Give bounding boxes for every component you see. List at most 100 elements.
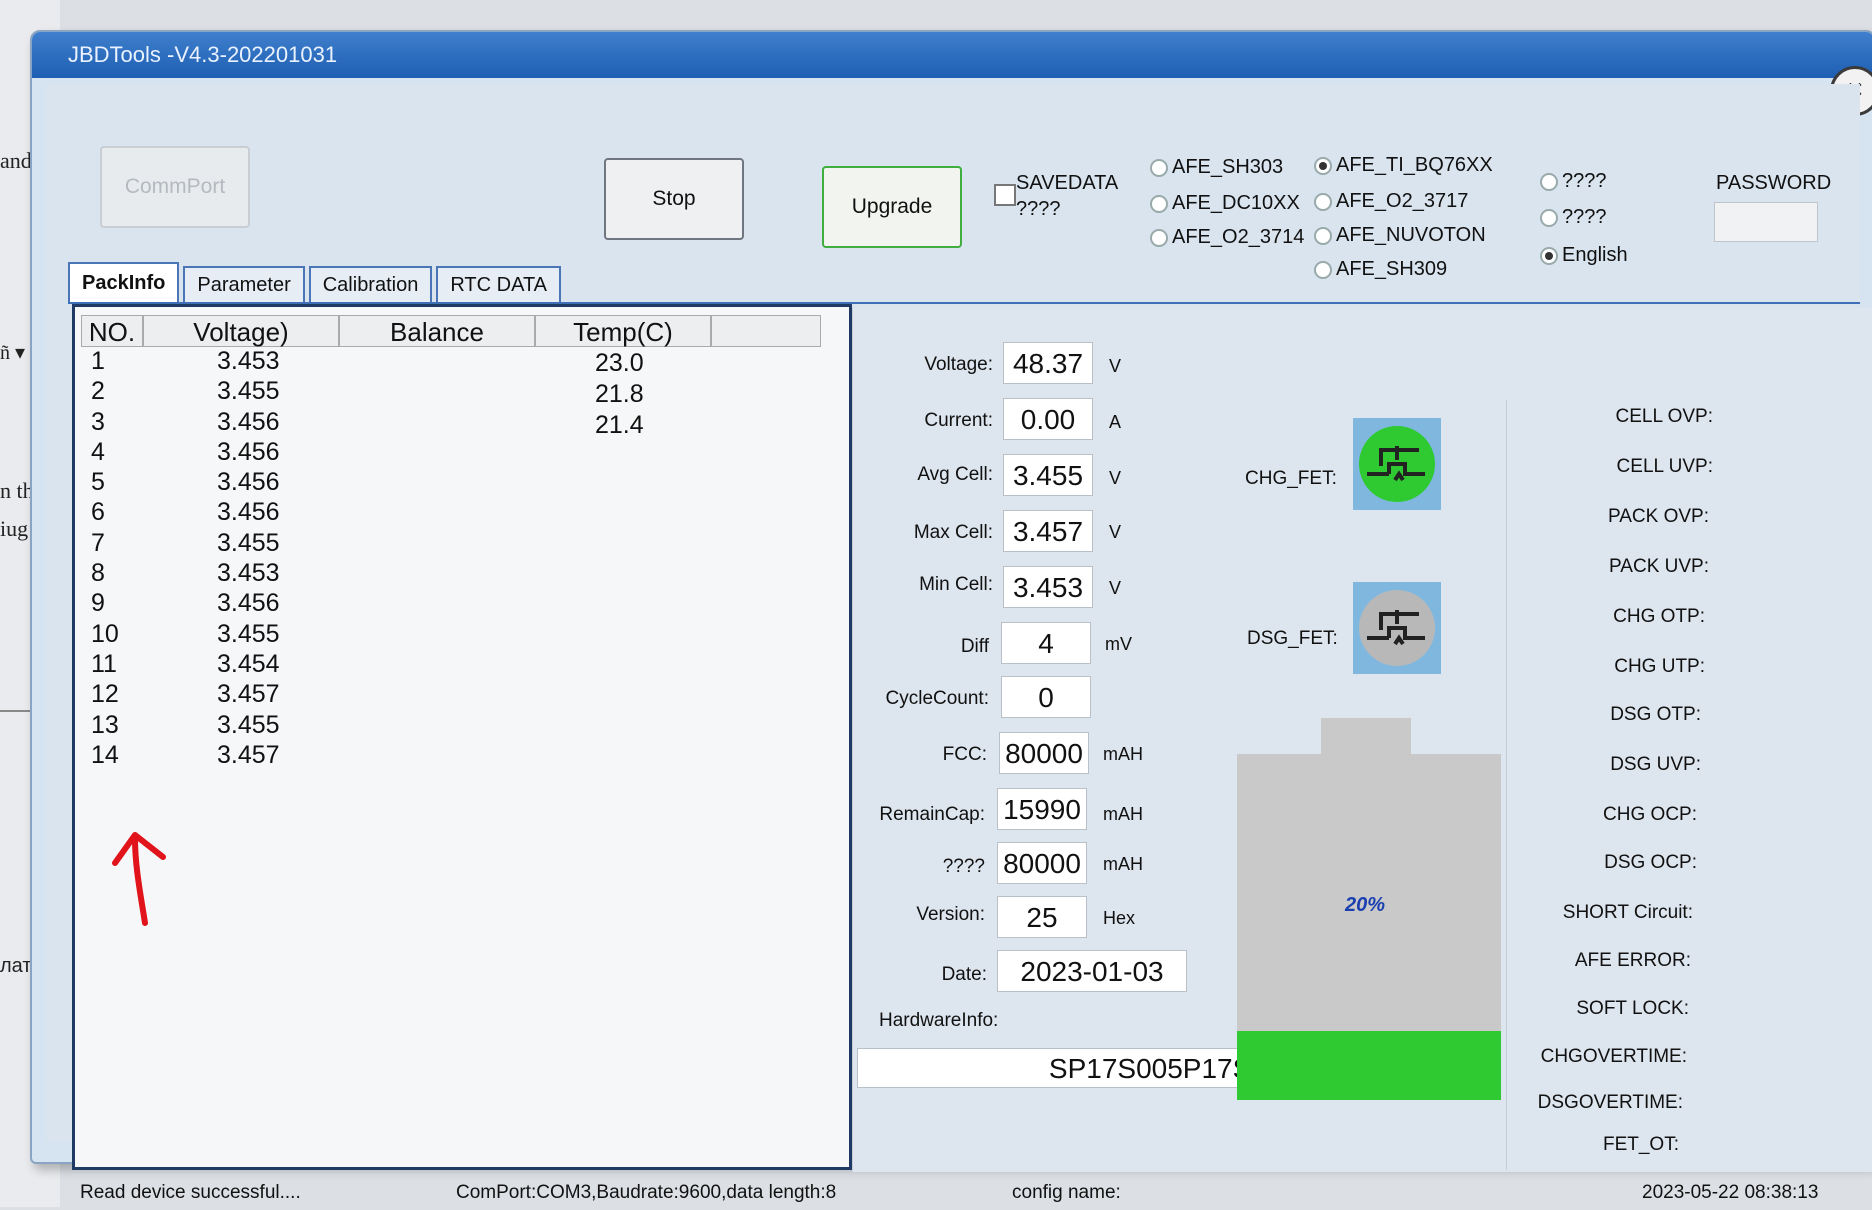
protection-label: DSG UVP:: [1610, 754, 1701, 775]
tab-packinfo[interactable]: PackInfo: [68, 262, 180, 304]
radio-icon: [1150, 228, 1168, 247]
battery-terminal: [1321, 718, 1411, 754]
column-header[interactable]: Balance: [339, 315, 535, 347]
cell-number: 3: [91, 407, 105, 436]
table-row[interactable]: 4 3.456: [91, 438, 851, 468]
afe-option[interactable]: AFE_O2_3717: [1314, 190, 1468, 213]
table-row[interactable]: 10 3.455: [91, 620, 851, 650]
tab-calibration[interactable]: Calibration: [308, 266, 433, 304]
cell-number: 5: [91, 468, 105, 497]
radio-selected-icon: [1314, 156, 1332, 175]
field-unit: mAH: [1103, 804, 1143, 824]
cell-number: 14: [91, 740, 119, 769]
savedata-sub-label: ????: [1016, 198, 1061, 220]
language-option[interactable]: ????: [1540, 170, 1607, 193]
cell-voltage: 3.456: [217, 498, 280, 527]
password-input[interactable]: [1714, 202, 1818, 242]
afe-option[interactable]: AFE_SH309: [1314, 258, 1447, 281]
afe-option[interactable]: AFE_O2_3714: [1150, 226, 1304, 249]
savedata-checkbox[interactable]: [994, 184, 1016, 206]
status-bar: Read device successful.... ComPort:COM3,…: [72, 1174, 1860, 1210]
savedata-label: SAVEDATA: [1016, 172, 1119, 194]
protection-label: CHG OCP:: [1603, 804, 1697, 825]
jbdtools-window: JBDTools -V4.3-202201031 × CommPort Stop…: [30, 30, 1872, 1203]
upgrade-button[interactable]: Upgrade: [822, 166, 962, 248]
field-label: Current:: [924, 410, 993, 431]
field-label: Voltage:: [924, 354, 993, 375]
cell-number: 8: [91, 559, 105, 588]
cell-number: 6: [91, 498, 105, 527]
table-row[interactable]: 13 3.455: [91, 711, 851, 741]
background-text: ñ ▾: [0, 342, 26, 364]
field-unit: V: [1109, 356, 1122, 376]
battery-percent: 20%: [1345, 894, 1386, 916]
field-unit: mAH: [1103, 854, 1143, 874]
afe-option[interactable]: AFE_NUVOTON: [1314, 224, 1486, 247]
afe-option[interactable]: AFE_TI_BQ76XX: [1314, 154, 1493, 177]
cell-voltage: 3.453: [217, 559, 280, 588]
cell-voltage: 3.456: [217, 589, 280, 618]
column-header: [711, 315, 821, 347]
tab-rtc-data[interactable]: RTC DATA: [436, 266, 562, 304]
table-row[interactable]: 1 3.453: [91, 347, 851, 377]
table-row[interactable]: 6 3.456: [91, 498, 851, 528]
field-label: Min Cell:: [919, 574, 993, 595]
radio-icon: [1314, 226, 1332, 245]
avg-cell-value: 3.455: [1003, 454, 1093, 496]
dsg-fet-label: DSG_FET:: [1247, 628, 1338, 649]
chg-fet-label: CHG_FET:: [1245, 468, 1337, 489]
column-header[interactable]: NO.: [81, 315, 143, 347]
cell-voltage: 3.455: [217, 528, 280, 557]
date-value: 2023-01-03: [997, 950, 1187, 992]
stop-button[interactable]: Stop: [604, 158, 744, 240]
voltage-value: 48.37: [1003, 342, 1093, 384]
field-label: Avg Cell:: [917, 464, 993, 485]
language-option[interactable]: ????: [1540, 206, 1607, 229]
language-option[interactable]: English: [1540, 244, 1628, 267]
field-unit: V: [1109, 468, 1122, 488]
cell-number: 1: [91, 347, 105, 375]
table-row[interactable]: 2 3.455: [91, 377, 851, 407]
cell-number: 10: [91, 619, 119, 648]
hardwareinfo-label: HardwareInfo:: [879, 1010, 999, 1031]
column-header[interactable]: Voltage): [143, 315, 339, 347]
password-label: PASSWORD: [1716, 172, 1832, 194]
afe-option[interactable]: AFE_SH303: [1150, 156, 1283, 179]
cell-voltage: 3.454: [217, 649, 280, 678]
chg-fet-indicator: [1353, 418, 1441, 510]
window-title: JBDTools -V4.3-202201031: [32, 32, 1872, 78]
protection-label: AFE ERROR:: [1574, 950, 1691, 971]
field-label: FCC:: [942, 744, 987, 765]
tab-bar: PackInfo Parameter Calibration RTC DATA: [68, 262, 565, 304]
cell-number: 13: [91, 710, 119, 739]
client-area: CommPort Stop Upgrade SAVEDATA ???? AFE_…: [46, 84, 1872, 1203]
radio-icon: [1540, 208, 1558, 227]
afe-option[interactable]: AFE_DC10XX: [1150, 192, 1300, 215]
column-header[interactable]: Temp(C): [535, 315, 711, 347]
tab-parameter[interactable]: Parameter: [183, 266, 305, 304]
table-row[interactable]: 3 3.456: [91, 408, 851, 438]
protection-label: PACK UVP:: [1609, 556, 1709, 577]
cell-voltage-table[interactable]: NO. Voltage) Balance Temp(C) 1 3.453 2 3.4…: [72, 304, 852, 1170]
commport-button[interactable]: CommPort: [100, 146, 250, 228]
protection-label: SHORT Circuit:: [1562, 902, 1693, 923]
protection-label: CELL OVP:: [1615, 406, 1713, 427]
design-capacity-value: 80000: [997, 842, 1087, 884]
min-cell-value: 3.453: [1003, 566, 1093, 608]
cell-number: 7: [91, 528, 105, 557]
cell-voltage: 3.457: [217, 740, 280, 769]
field-unit: V: [1109, 578, 1122, 598]
field-label: CycleCount:: [885, 688, 990, 709]
cyclecount-value: 0: [1001, 676, 1091, 718]
table-row[interactable]: 7 3.455: [91, 529, 851, 559]
table-row[interactable]: 9 3.456: [91, 589, 851, 619]
table-row[interactable]: 14 3.457: [91, 741, 851, 771]
max-cell-value: 3.457: [1003, 510, 1093, 552]
table-row[interactable]: 8 3.453: [91, 559, 851, 589]
table-row[interactable]: 5 3.456: [91, 468, 851, 498]
table-row[interactable]: 11 3.454: [91, 650, 851, 680]
table-row[interactable]: 12 3.457: [91, 680, 851, 710]
radio-icon: [1314, 192, 1332, 211]
fcc-value: 80000: [999, 732, 1089, 774]
field-label: Date:: [941, 964, 987, 985]
